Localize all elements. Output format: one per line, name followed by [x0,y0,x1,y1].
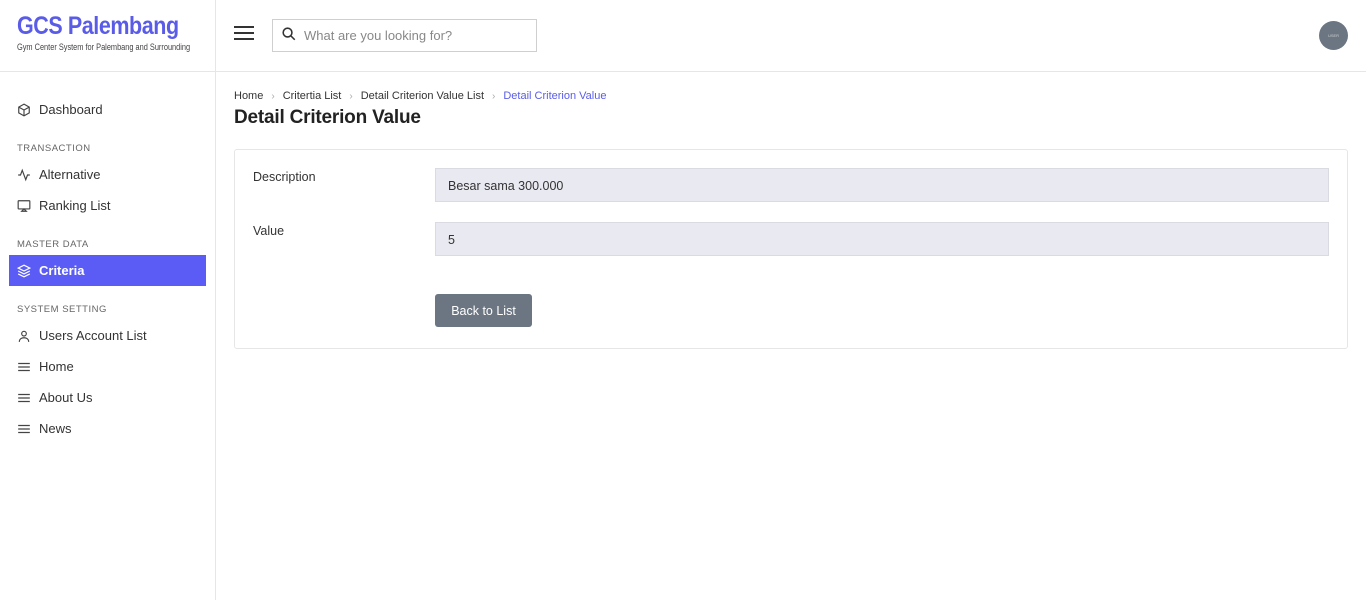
breadcrumb-criteria-list[interactable]: Critertia List [283,90,342,102]
sidebar-item-label: Home [39,359,74,374]
breadcrumb: Home › Critertia List › Detail Criterion… [234,90,1348,102]
search-icon [281,26,296,46]
monitor-icon [17,199,31,213]
sidebar-item-dashboard[interactable]: Dashboard [9,94,206,125]
section-master-data: MASTER DATA [17,239,89,250]
section-transaction: TRANSACTION [17,143,91,154]
chevron-right-icon: › [271,90,275,102]
avatar-text: USER [1327,33,1340,38]
sidebar-item-criteria[interactable]: Criteria [9,255,206,286]
sidebar-nav: Dashboard TRANSACTION Alternative Rankin… [0,72,215,444]
sidebar-item-label: Alternative [39,167,101,182]
value-row: Value 5 [253,222,1329,256]
topbar: USER [216,0,1366,72]
breadcrumb-home[interactable]: Home [234,90,263,102]
layers-icon [17,264,31,278]
breadcrumb-detail-criterion-value-list[interactable]: Detail Criterion Value List [361,90,484,102]
description-row: Description Besar sama 300.000 [253,168,1329,202]
sidebar-item-label: Users Account List [39,328,147,343]
chevron-right-icon: › [492,90,496,102]
user-icon [17,329,31,343]
sidebar-item-home[interactable]: Home [9,351,206,382]
value-field: 5 [435,222,1329,256]
description-field: Besar sama 300.000 [435,168,1329,202]
cube-icon [17,102,31,117]
sidebar-item-about-us[interactable]: About Us [9,382,206,413]
avatar[interactable]: USER [1319,21,1348,50]
section-system-setting: SYSTEM SETTING [17,304,107,315]
sidebar-item-label: Criteria [39,263,85,278]
search-input[interactable] [304,28,524,43]
sidebar-item-users-account-list[interactable]: Users Account List [9,320,206,351]
sidebar-item-ranking-list[interactable]: Ranking List [9,190,206,221]
value-label: Value [253,224,285,238]
back-to-list-button[interactable]: Back to List [435,294,532,327]
chevron-right-icon: › [349,90,353,102]
brand-title: GCS Palembang [17,12,179,40]
sidebar-item-label: News [39,421,72,436]
sidebar-item-alternative[interactable]: Alternative [9,159,206,190]
menu-icon [17,360,31,374]
search-box[interactable] [272,19,537,52]
activity-icon [17,168,31,182]
page-title: Detail Criterion Value [234,107,421,128]
main-content: Home › Critertia List › Detail Criterion… [234,90,1348,349]
menu-icon [17,422,31,436]
sidebar: GCS Palembang Gym Center System for Pale… [0,0,216,600]
sidebar-item-news[interactable]: News [9,413,206,444]
description-label: Description [253,170,316,184]
detail-card: Description Besar sama 300.000 Value 5 B… [234,149,1348,349]
hamburger-menu-icon[interactable] [234,26,254,44]
breadcrumb-current: Detail Criterion Value [503,90,607,102]
brand[interactable]: GCS Palembang Gym Center System for Pale… [0,0,215,72]
menu-icon [17,391,31,405]
sidebar-item-label: Dashboard [39,102,103,117]
sidebar-item-label: Ranking List [39,198,111,213]
sidebar-item-label: About Us [39,390,93,405]
brand-subtitle: Gym Center System for Palembang and Surr… [17,42,191,52]
form-actions: Back to List [253,294,1329,327]
